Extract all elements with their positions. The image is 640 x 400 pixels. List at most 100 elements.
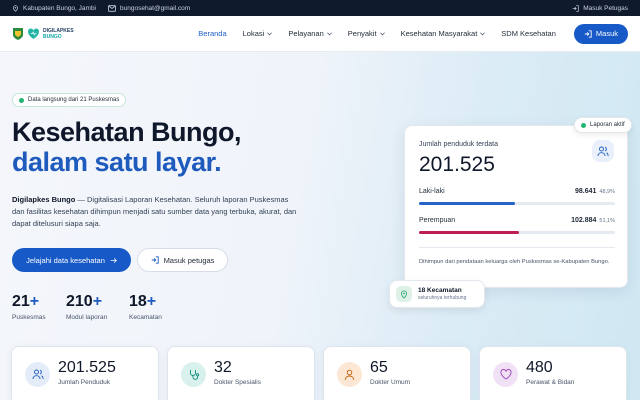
chevron-down-icon [326,31,332,35]
summary-label: Perawat & Bidan [526,379,575,386]
kecamatan-title: 18 Kecamatan [418,287,462,294]
nav-label[interactable]: Kesehatan Masyarakat [401,29,478,38]
stat-number: 18 [129,293,147,310]
active-report-label: Laporan aktif [590,122,625,128]
nav-item-penyakit[interactable]: Penyakit [348,29,385,38]
kecamatan-subtitle: seluruhnya terhubung [418,295,467,301]
top-info-bar: Kabupaten Bungo, Jambi bungosehat@gmail.… [0,0,640,16]
summary-value: 201.525 [58,359,116,376]
stat-label: Kecamatan [129,314,162,321]
nav-label[interactable]: Penyakit [348,29,377,38]
regency-emblem-icon [13,27,23,40]
staff-login-button[interactable]: Masuk petugas [137,248,228,272]
site-logo[interactable]: DIGILAPKES BUNGO [12,27,74,41]
female-row: Perempuan 102.884 51,1% [419,217,615,224]
stat-modul-laporan: 210+ Modul laporan [66,293,107,321]
male-progress-fill [419,202,515,205]
staff-login-button-label[interactable]: Masuk petugas [164,256,215,265]
users-icon [25,362,50,387]
location-info: Kabupaten Bungo, Jambi [12,5,96,12]
female-value: 102.884 [571,217,597,224]
male-percent: 48,9% [599,189,615,195]
population-card-title: Jumlah penduduk terdata [419,141,498,148]
active-report-pill: Laporan aktif [574,117,632,133]
login-button[interactable]: Masuk [573,23,628,44]
live-dot-icon [19,97,24,103]
nav-label[interactable]: SDM Kesehatan [501,29,556,38]
summary-label: Dokter Umum [370,379,411,386]
hero-title-line2: dalam satu layar. [12,147,222,177]
summary-label: Jumlah Penduduk [58,379,111,386]
female-progress-fill [419,231,520,234]
login-icon [584,29,592,38]
stat-kecamatan: 18+ Kecamatan [129,293,162,321]
hero-title-line1: Kesehatan Bungo, [12,117,242,147]
doctor-icon [337,362,362,387]
explore-data-button[interactable]: Jelajahi data kesehatan [12,248,131,272]
mail-icon [108,4,116,12]
hero-description: Digilapkes Bungo — Digitalisasi Laporan … [12,194,302,230]
brand-name: Digilapkes Bungo [12,195,76,204]
male-value-group: 98.641 48,9% [575,188,615,195]
nav-item-pelayanan[interactable]: Pelayanan [288,29,332,38]
stat-label: Puskesmas [12,314,46,321]
nav-label[interactable]: Beranda [198,29,226,38]
summary-value: 32 [214,359,232,376]
stat-value: 18+ [129,293,162,311]
live-data-badge: Data langsung dari 21 Puskesmas [12,93,127,107]
users-icon [592,140,614,162]
email-info[interactable]: bungosehat@gmail.com [108,5,190,12]
login-button-label[interactable]: Masuk [596,29,618,38]
logo-text: DIGILAPKES BUNGO [43,28,74,40]
nav-label[interactable]: Pelayanan [288,29,323,38]
female-label: Perempuan [419,217,456,224]
logo-title: DIGILAPKES [43,27,74,34]
stat-puskesmas: 21+ Puskesmas [12,293,46,321]
stat-number: 21 [12,293,30,310]
nav-item-sdm-kesehatan[interactable]: SDM Kesehatan [501,29,556,38]
arrow-right-icon [110,257,117,263]
female-progress-bar [419,231,615,234]
nav-label[interactable]: Lokasi [243,29,265,38]
active-dot-icon [581,122,586,128]
nav-item-lokasi[interactable]: Lokasi [243,29,273,38]
stat-suffix: + [92,293,103,310]
card-divider [419,247,615,248]
summary-card-perawat-bidan[interactable]: 480 Perawat & Bidan [479,346,627,400]
female-percent: 51,1% [599,218,615,224]
logo-subtitle: BUNGO [43,33,62,40]
explore-button-label[interactable]: Jelajahi data kesehatan [26,256,105,265]
summary-card-dokter-umum[interactable]: 65 Dokter Umum [323,346,471,400]
nav-item-beranda[interactable]: Beranda [198,29,226,38]
main-navbar: DIGILAPKES BUNGO Beranda Lokasi Pelayana… [0,16,640,52]
login-icon [151,256,159,264]
stat-label: Modul laporan [66,314,108,321]
nav-menu: Beranda Lokasi Pelayanan Penyakit Keseha… [198,23,628,44]
staff-login-label[interactable]: Masuk Petugas [583,5,628,12]
stethoscope-icon [181,362,206,387]
population-total: 201.525 [419,153,495,176]
email-text[interactable]: bungosehat@gmail.com [120,5,190,12]
summary-label: Dokter Spesialis [214,379,261,386]
health-heart-icon [28,28,39,39]
chevron-down-icon [480,31,486,35]
login-icon [572,4,579,12]
male-progress-bar [419,202,615,205]
location-text: Kabupaten Bungo, Jambi [23,4,96,12]
stat-value: 21+ [12,293,46,311]
stat-number: 210 [66,293,93,310]
heart-icon [493,362,518,387]
population-card: Jumlah penduduk terdata 201.525 Laki-lak… [404,125,628,288]
summary-card-penduduk[interactable]: 201.525 Jumlah Penduduk [11,346,159,400]
nav-item-kesehatan-masyarakat[interactable]: Kesehatan Masyarakat [401,29,486,38]
location-pin-icon [13,4,18,12]
stat-suffix: + [146,293,157,310]
stat-suffix: + [29,293,40,310]
kecamatan-text: 18 Kecamatan seluruhnya terhubung [418,287,466,301]
summary-value: 65 [370,359,388,376]
summary-card-dokter-spesialis[interactable]: 32 Dokter Spesialis [167,346,315,400]
stat-value: 210+ [66,293,107,311]
staff-login-link[interactable]: Masuk Petugas [572,5,628,12]
female-value-group: 102.884 51,1% [571,217,615,224]
male-value: 98.641 [574,188,597,195]
